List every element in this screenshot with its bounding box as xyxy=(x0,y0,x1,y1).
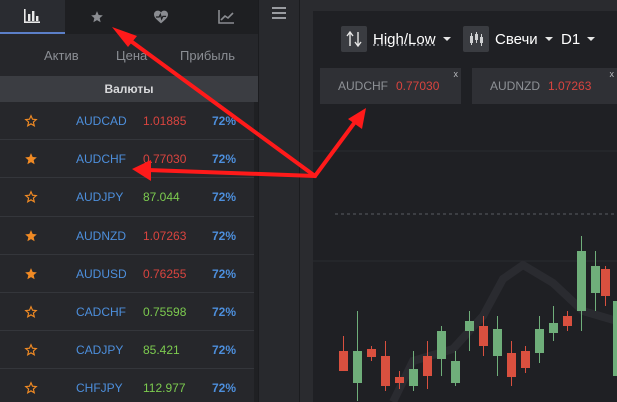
annotation-arrow xyxy=(126,37,317,178)
annotation-arrow xyxy=(146,168,317,178)
annotation-arrows xyxy=(112,27,366,181)
annotation-arrow xyxy=(313,120,357,178)
